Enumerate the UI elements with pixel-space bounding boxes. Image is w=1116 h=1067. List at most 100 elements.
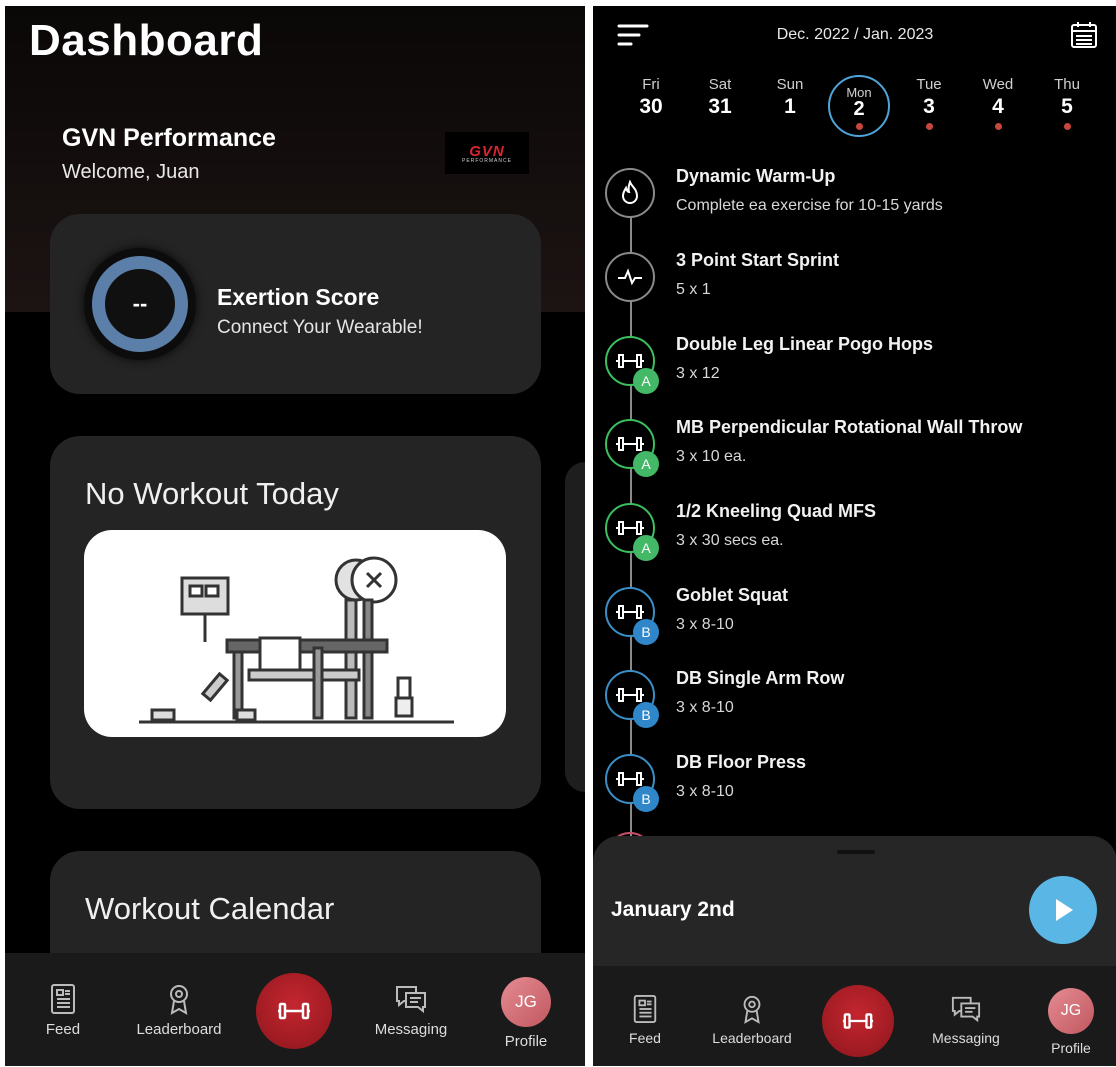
day-date: 30 bbox=[639, 95, 663, 118]
play-icon bbox=[1056, 899, 1073, 921]
workout-dot bbox=[994, 123, 1002, 130]
exercise-item[interactable]: Dynamic Warm-Up Complete ea exercise for… bbox=[593, 164, 1116, 244]
day-date: 2 bbox=[853, 98, 865, 120]
group-badge-a: A bbox=[633, 451, 659, 477]
day-name: Thu bbox=[1054, 76, 1080, 93]
exercise-detail: 3 x 30 secs ea. bbox=[676, 532, 784, 549]
nav-messaging[interactable]: Messaging bbox=[926, 994, 1006, 1046]
nav-feed-label: Feed bbox=[629, 1030, 661, 1046]
exertion-title: Exertion Score bbox=[217, 284, 380, 310]
exercise-item[interactable]: B DB Floor Press 3 x 8-10 bbox=[593, 750, 1116, 830]
pulse-icon bbox=[618, 268, 642, 286]
feed-icon bbox=[633, 995, 657, 1023]
exercise-icon-circle bbox=[605, 168, 655, 218]
day-date: 31 bbox=[708, 95, 732, 118]
day-name: Sun bbox=[776, 76, 804, 93]
day-mon-selected[interactable]: Mon 2 bbox=[828, 75, 890, 137]
nav-leaderboard-label: Leaderboard bbox=[136, 1021, 222, 1038]
exercise-item[interactable]: A Double Leg Linear Pogo Hops 3 x 12 bbox=[593, 332, 1116, 412]
day-date: 1 bbox=[784, 95, 796, 118]
group-badge-a: A bbox=[633, 368, 659, 394]
dumbbell-icon bbox=[616, 521, 644, 535]
day-name: Wed bbox=[982, 76, 1014, 93]
day-tue[interactable]: Tue 3 bbox=[899, 76, 959, 130]
group-badge-b: B bbox=[633, 702, 659, 728]
day-name: Tue bbox=[916, 76, 942, 93]
dashboard-screen: Dashboard GVN Performance Welcome, Juan … bbox=[5, 6, 585, 1066]
exertion-value: -- bbox=[132, 291, 148, 316]
exercise-item[interactable]: A 1/2 Kneeling Quad MFS 3 x 30 secs ea. bbox=[593, 499, 1116, 579]
nav-profile-label: Profile bbox=[504, 1033, 548, 1050]
nav-feed[interactable]: Feed bbox=[617, 994, 673, 1046]
nav-feed-label: Feed bbox=[45, 1021, 81, 1038]
group-badge-b: B bbox=[633, 619, 659, 645]
workout-dot bbox=[855, 123, 863, 130]
workout-dot bbox=[925, 123, 933, 130]
day-name: Fri bbox=[642, 76, 660, 93]
gym-bench-illustration bbox=[139, 556, 454, 724]
sheet-date: January 2nd bbox=[611, 898, 735, 921]
nav-leaderboard[interactable]: Leaderboard bbox=[133, 983, 225, 1038]
exercise-name: MB Perpendicular Rotational Wall Throw bbox=[676, 417, 1023, 437]
next-card-peek[interactable] bbox=[565, 462, 585, 792]
exercise-item[interactable]: A MB Perpendicular Rotational Wall Throw… bbox=[593, 415, 1116, 495]
exercise-name: Dynamic Warm-Up bbox=[676, 166, 836, 186]
exercise-detail: 3 x 12 bbox=[676, 365, 720, 382]
no-workout-card[interactable]: No Workout Today bbox=[50, 436, 541, 809]
workout-dot bbox=[1063, 123, 1071, 130]
exercise-name: 3 Point Start Sprint bbox=[676, 250, 840, 270]
exercise-item[interactable]: 3 Point Start Sprint 5 x 1 bbox=[593, 248, 1116, 328]
nav-leaderboard-label: Leaderboard bbox=[712, 1030, 792, 1046]
messaging-icon bbox=[396, 986, 426, 1014]
day-sat[interactable]: Sat 31 bbox=[690, 76, 750, 119]
feed-icon bbox=[51, 984, 75, 1014]
day-thu[interactable]: Thu 5 bbox=[1037, 76, 1097, 130]
nav-feed[interactable]: Feed bbox=[35, 983, 91, 1038]
dumbbell-icon bbox=[616, 688, 644, 702]
exercise-item[interactable]: B DB Single Arm Row 3 x 8-10 bbox=[593, 666, 1116, 746]
exertion-ring: -- bbox=[92, 256, 188, 352]
nav-leaderboard[interactable]: Leaderboard bbox=[708, 994, 796, 1046]
start-workout-button[interactable] bbox=[1029, 876, 1097, 944]
exercise-detail: 5 x 1 bbox=[676, 281, 711, 298]
exercise-detail: 3 x 10 ea. bbox=[676, 448, 747, 465]
exercise-item[interactable]: B Goblet Squat 3 x 8-10 bbox=[593, 583, 1116, 663]
day-date: 3 bbox=[923, 95, 935, 118]
workout-calendar-title: Workout Calendar bbox=[85, 891, 335, 926]
exercise-name: DB Floor Press bbox=[676, 752, 807, 772]
calendar-icon[interactable] bbox=[1069, 20, 1099, 50]
exercise-name: Double Leg Linear Pogo Hops bbox=[676, 334, 934, 354]
day-sun[interactable]: Sun 1 bbox=[760, 76, 820, 119]
exercise-detail: 3 x 8-10 bbox=[676, 616, 734, 633]
drag-handle[interactable] bbox=[837, 850, 875, 854]
day-date: 4 bbox=[992, 95, 1004, 118]
nav-profile[interactable]: JG Profile bbox=[497, 977, 555, 1050]
nav-profile[interactable]: JG Profile bbox=[1043, 988, 1099, 1056]
group-badge-a: A bbox=[633, 535, 659, 561]
dumbbell-icon bbox=[842, 1013, 874, 1029]
nav-workout-button[interactable] bbox=[822, 985, 894, 1057]
logo-subtext: PERFORMANCE bbox=[462, 157, 512, 164]
bottom-nav: Feed Leaderboard Messaging JG Profile bbox=[593, 966, 1116, 1066]
dumbbell-icon bbox=[616, 605, 644, 619]
welcome-text: Welcome, Juan bbox=[62, 161, 200, 183]
nav-profile-label: Profile bbox=[1051, 1040, 1091, 1056]
avatar: JG bbox=[501, 977, 551, 1027]
exercise-icon-circle bbox=[605, 252, 655, 302]
bottom-nav: Feed Leaderboard Messaging JG Profile bbox=[5, 953, 585, 1066]
exertion-subtitle: Connect Your Wearable! bbox=[217, 317, 423, 338]
day-fri[interactable]: Fri 30 bbox=[621, 76, 681, 119]
nav-messaging[interactable]: Messaging bbox=[369, 983, 453, 1038]
dumbbell-icon bbox=[616, 354, 644, 368]
nav-workout-button[interactable] bbox=[256, 973, 332, 1049]
exertion-ring-outer: -- bbox=[84, 248, 196, 360]
exertion-score-card[interactable]: -- Exertion Score Connect Your Wearable! bbox=[50, 214, 541, 394]
day-wed[interactable]: Wed 4 bbox=[968, 76, 1028, 130]
exercise-name: DB Single Arm Row bbox=[676, 668, 845, 688]
group-badge-b: B bbox=[633, 786, 659, 812]
bottom-sheet[interactable]: January 2nd bbox=[593, 836, 1116, 976]
dumbbell-icon bbox=[616, 437, 644, 451]
no-workout-title: No Workout Today bbox=[85, 476, 339, 511]
messaging-icon bbox=[951, 996, 981, 1023]
org-logo: GVN PERFORMANCE bbox=[445, 132, 529, 174]
